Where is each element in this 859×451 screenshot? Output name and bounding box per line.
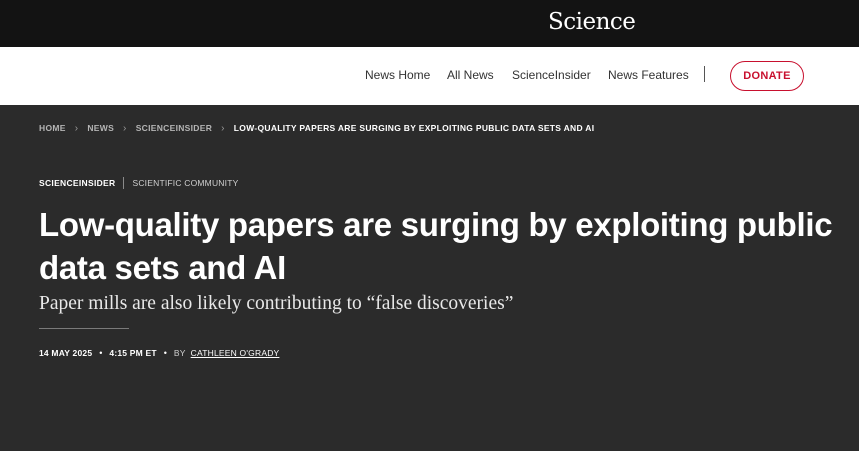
breadcrumb-home[interactable]: HOME: [39, 123, 66, 133]
chevron-right-icon: ›: [74, 122, 79, 134]
breadcrumb-current: LOW-QUALITY PAPERS ARE SURGING BY EXPLOI…: [233, 123, 595, 133]
news-nav: News Home All News ScienceInsider News F…: [0, 47, 859, 105]
publish-time: 4:15 PM ET: [109, 348, 157, 358]
breadcrumb: HOME › NEWS › SCIENCEINSIDER › LOW-QUALI…: [39, 122, 594, 134]
nav-news-features[interactable]: News Features: [608, 68, 689, 82]
article-byline: 14 MAY 2025 • 4:15 PM ET • BY CATHLEEN O…: [39, 347, 279, 359]
article-title: Low-quality papers are surging by exploi…: [39, 206, 833, 286]
title-divider: [39, 328, 129, 329]
science-logo[interactable]: Science: [548, 9, 636, 35]
breadcrumb-scienceinsider[interactable]: SCIENCEINSIDER: [136, 123, 212, 133]
section-tag[interactable]: SCIENCEINSIDER: [39, 178, 115, 188]
nav-scienceinsider[interactable]: ScienceInsider: [512, 68, 591, 82]
publish-date: 14 MAY 2025: [39, 348, 93, 358]
bullet-separator: •: [99, 348, 103, 358]
tag-divider: [123, 177, 125, 189]
category-tag[interactable]: SCIENTIFIC COMMUNITY: [132, 178, 238, 188]
breadcrumb-news[interactable]: NEWS: [87, 123, 114, 133]
article-tags: SCIENCEINSIDER SCIENTIFIC COMMUNITY: [39, 177, 238, 189]
top-bar: Science: [0, 0, 859, 47]
bullet-separator: •: [163, 348, 167, 358]
byline-label: BY: [173, 348, 186, 358]
nav-news-home[interactable]: News Home: [365, 68, 430, 82]
chevron-right-icon: ›: [123, 122, 127, 134]
nav-all-news[interactable]: All News: [447, 68, 494, 82]
article-subtitle: Paper mills are also likely contributing…: [39, 293, 514, 314]
chevron-right-icon: ›: [221, 122, 225, 134]
author-link[interactable]: CATHLEEN O'GRADY: [191, 348, 280, 358]
nav-divider: [704, 66, 705, 82]
donate-button[interactable]: DONATE: [730, 61, 804, 91]
